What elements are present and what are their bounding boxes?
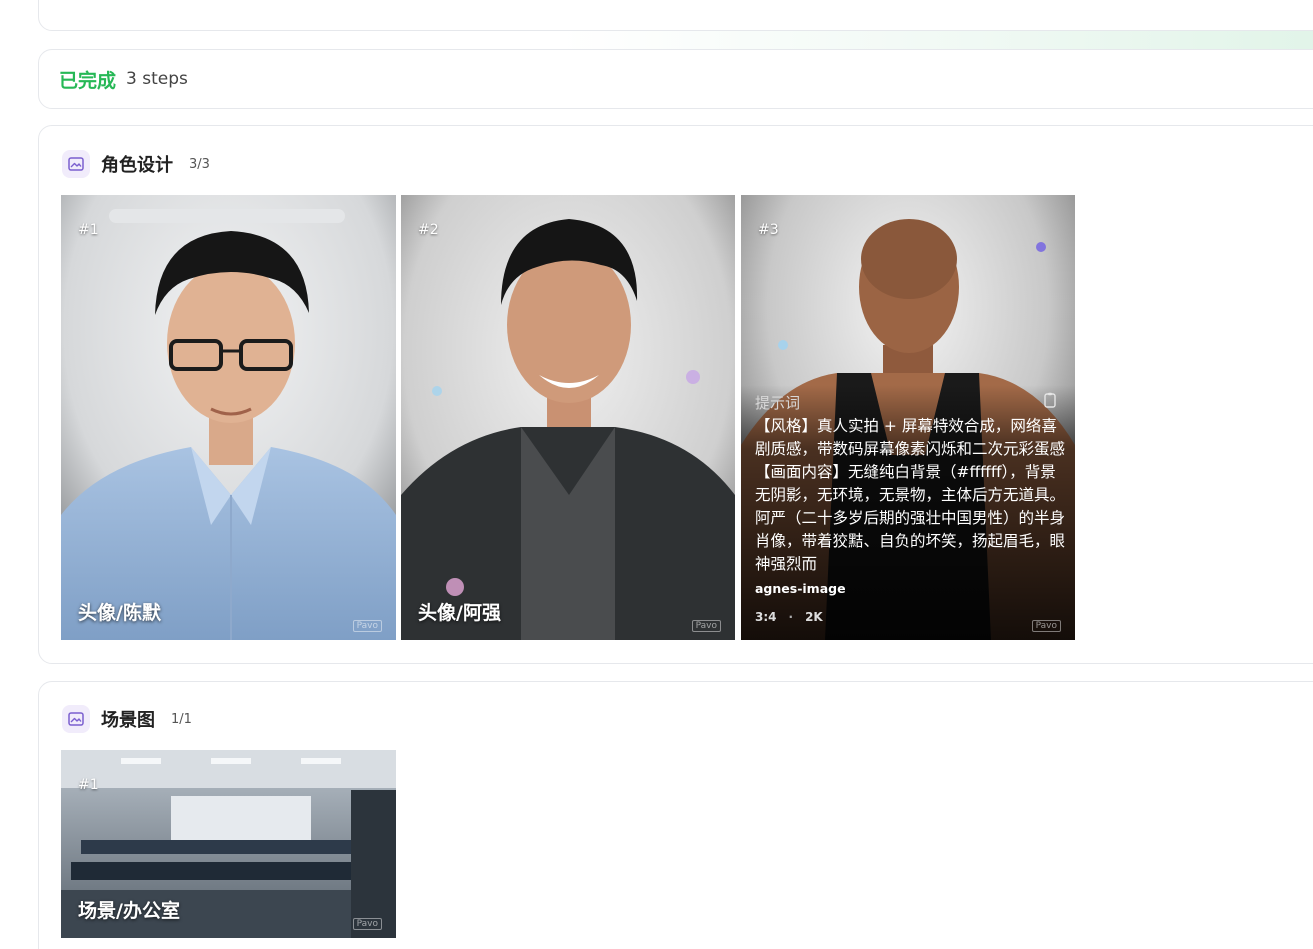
image-caption: 头像/陈默: [78, 602, 161, 624]
image-number: #2: [418, 222, 439, 238]
character-image-2[interactable]: #2 头像/阿强 Pavo: [401, 195, 735, 640]
image-number: #1: [78, 777, 99, 793]
model-name: agnes-image: [755, 581, 846, 596]
prompt-label: 提示词: [755, 394, 801, 412]
watermark: Pavo: [352, 620, 382, 632]
watermark: Pavo: [1031, 620, 1061, 632]
aspect-ratio: 3:4: [755, 610, 777, 624]
section-title: 角色设计: [101, 155, 173, 176]
portrait-image: [401, 195, 735, 640]
image-number: #1: [78, 222, 99, 238]
section-title: 场景图: [101, 710, 155, 731]
status-bar[interactable]: 已完成 3 steps: [38, 49, 1313, 109]
watermark: Pavo: [691, 620, 721, 632]
image-caption: 场景/办公室: [78, 900, 180, 922]
character-image-1[interactable]: #1 头像/陈默 Pavo: [61, 195, 396, 640]
previous-card: [38, 0, 1313, 31]
portrait-image: [61, 195, 396, 640]
image-number: #3: [758, 222, 779, 238]
image-meta: 3:4 · 2K: [755, 610, 823, 624]
status-label: 已完成: [59, 69, 117, 92]
section-header: 角色设计 3/3: [62, 150, 210, 178]
image-caption: 头像/阿强: [418, 602, 501, 624]
resolution: 2K: [805, 610, 823, 624]
copy-icon[interactable]: [1043, 392, 1057, 412]
character-image-3[interactable]: #3 提示词 【风格】真人实拍 + 屏幕特效合成，网络喜剧质感，带数码屏幕像素闪…: [741, 195, 1075, 640]
separator-dot: ·: [788, 610, 794, 624]
prompt-text: 【风格】真人实拍 + 屏幕特效合成，网络喜剧质感，带数码屏幕像素闪烁和二次元彩蛋…: [755, 417, 1065, 573]
image-icon: [62, 705, 90, 733]
section-count: 3/3: [189, 156, 210, 172]
section-count: 1/1: [171, 711, 192, 727]
watermark: Pavo: [352, 918, 382, 930]
section-header: 场景图 1/1: [62, 705, 192, 733]
scene-image-1[interactable]: #1 场景/办公室 Pavo: [61, 750, 396, 938]
status-steps: 3 steps: [126, 69, 188, 89]
image-icon: [62, 150, 90, 178]
